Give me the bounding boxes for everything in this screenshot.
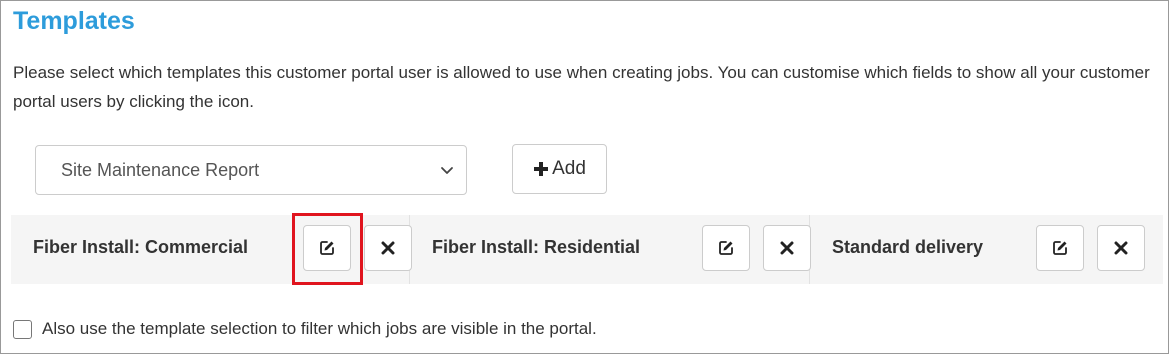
- template-name: Fiber Install: Commercial: [33, 237, 249, 257]
- filter-jobs-label: Also use the template selection to filte…: [42, 319, 597, 338]
- edit-icon: [719, 241, 733, 255]
- remove-template-button[interactable]: [1097, 225, 1145, 271]
- template-select[interactable]: Site Maintenance Report: [35, 145, 467, 195]
- remove-template-button[interactable]: [763, 225, 811, 271]
- filter-jobs-checkbox[interactable]: [13, 319, 32, 339]
- filter-jobs-option[interactable]: Also use the template selection to filte…: [13, 319, 597, 339]
- plus-icon: [534, 162, 549, 176]
- remove-icon: [381, 241, 395, 255]
- template-item: Fiber Install: Commercial: [11, 215, 412, 284]
- template-select-value: Site Maintenance Report: [61, 159, 260, 180]
- edit-icon: [1053, 241, 1067, 255]
- template-name: Fiber Install: Residential: [432, 237, 641, 257]
- edit-template-button[interactable]: [303, 225, 351, 271]
- add-template-button[interactable]: Add: [512, 144, 607, 194]
- template-item: Standard delivery: [810, 215, 1163, 284]
- edit-template-button[interactable]: [702, 225, 750, 271]
- add-button-label: Add: [552, 158, 586, 179]
- template-item: Fiber Install: Residential: [410, 215, 811, 284]
- edit-icon: [320, 241, 334, 255]
- remove-template-button[interactable]: [364, 225, 412, 271]
- remove-icon: [780, 241, 794, 255]
- edit-template-button[interactable]: [1036, 225, 1084, 271]
- template-name: Standard delivery: [832, 237, 984, 257]
- section-description: Please select which templates this custo…: [13, 63, 1150, 111]
- selected-templates-list: Fiber Install: Commercial Fiber Install:…: [11, 215, 1163, 284]
- chevron-down-icon: [441, 167, 453, 174]
- templates-panel: Templates Please select which templates …: [0, 0, 1169, 354]
- section-title: Templates: [13, 7, 135, 35]
- remove-icon: [1114, 241, 1128, 255]
